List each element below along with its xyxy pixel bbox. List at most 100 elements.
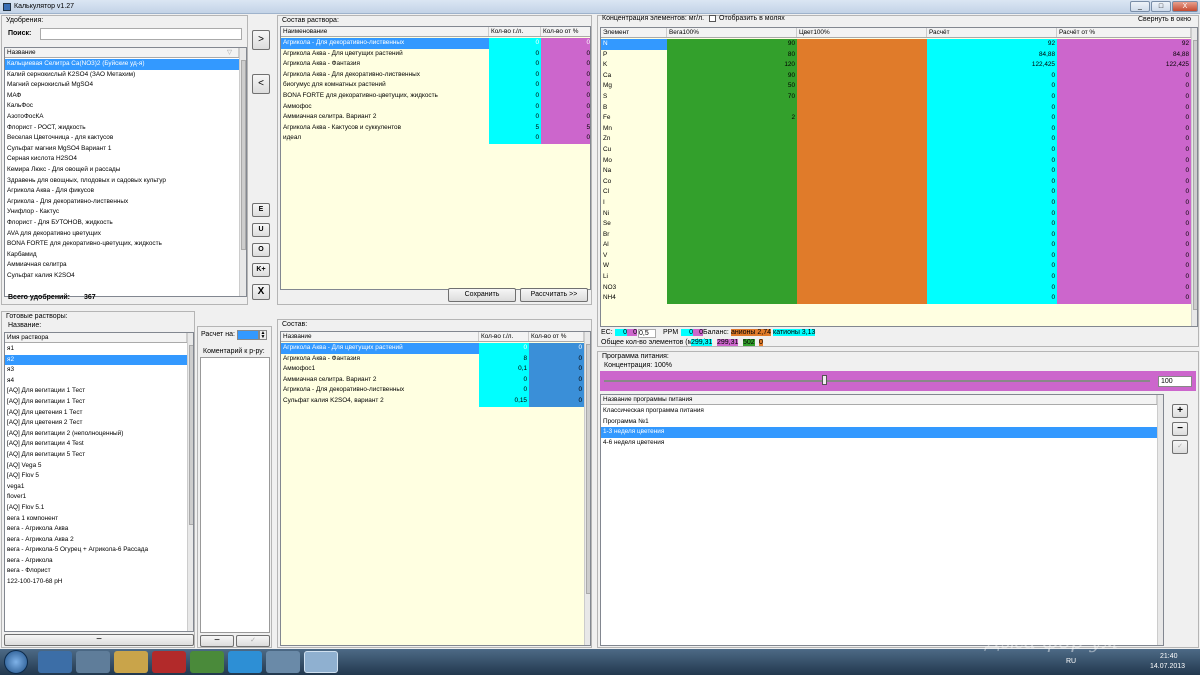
fertilizer-item[interactable]: Серная кислота H2SO4 [5,154,239,165]
calc-for-spinner[interactable]: ▲ ▼ [259,330,267,340]
filter-icon[interactable]: ▽ [225,48,235,57]
fertilizer-item[interactable]: Агрикола - Для декоративно-лиственных [5,197,239,208]
fertilizer-item[interactable]: КальФос [5,101,239,112]
collapse-link[interactable]: Свернуть в окно [1138,16,1191,23]
comp-col-grams[interactable]: Кол-во г./л. [489,27,541,36]
fertilizer-item[interactable]: BONA FORTE для декоративно-цветущих, жид… [5,239,239,250]
composition-row[interactable]: Аммиачная селитра. Вариант 2 00 [281,112,590,123]
concentration-table[interactable]: Элемент Вега100% Цвет100% Расчёт Расчёт … [600,27,1198,327]
program-item[interactable]: Классическая программа питания [601,406,1157,417]
ready-solution-item[interactable]: [AQ] Для цветения 1 Тест [5,408,187,419]
composition-row[interactable]: Агрикола Аква - Фантазия 0 0 [281,59,590,70]
ec-spinner[interactable]: 0,5 [638,329,656,338]
ready-solutions-list[interactable]: Имя раствора я1 я2 я3 я4 [AQ] Для вегитации … [4,332,194,632]
composition-row[interactable]: Агрикола - Для декоративно-лиственных 0 0 [281,38,590,49]
composition-row-grams[interactable]: 0 [489,133,541,144]
clear-button[interactable]: X [252,284,270,300]
fertilizer-item[interactable]: МАФ [5,91,239,102]
minimize-button[interactable]: _ [1130,1,1150,12]
ready-solution-item[interactable]: [AQ] Для вегитации 4 Test [5,439,187,450]
ready-solution-item[interactable]: вега - Флорист [5,566,187,577]
ready-solution-item[interactable]: [AQ] Для вегитации 1 Тест [5,386,187,397]
composition-row-grams[interactable]: 0 [489,59,541,70]
network-icon[interactable] [266,651,300,673]
moles-checkbox[interactable] [709,15,716,22]
program-list[interactable]: Название программы питания Классическая … [600,394,1164,646]
composition-table[interactable]: Наименование Кол-во г./л. Кол-во от % Аг… [280,26,591,290]
sostav-col-name[interactable]: Название [281,332,479,341]
save-button[interactable]: Сохранить [448,288,516,302]
composition-row-grams[interactable]: 5 [489,122,541,134]
calc-for-input[interactable] [237,330,259,340]
composition-row-grams[interactable]: 0 [489,112,541,123]
composition-row-grams[interactable]: 0 [489,48,541,60]
fertilizer-item[interactable]: Здравень для овощных, плодовых и садовых… [5,176,239,187]
ready-solution-item[interactable]: 122-100-170-68 pH [5,577,187,588]
fertilizer-item[interactable]: Флорист - Для БУТОНОВ, жидкость [5,218,239,229]
solution-row-grams[interactable]: 8 [479,353,529,365]
solution-row-grams[interactable]: 0 [479,374,529,386]
ready-solution-item[interactable]: [AQ] Для вегитации 5 Тест [5,450,187,461]
comment-delete-button[interactable]: − [200,635,234,647]
composition-row-grams[interactable]: 0 [489,69,541,81]
opera-icon[interactable] [152,651,186,673]
solution-row-grams[interactable]: 0,1 [479,364,529,375]
comment-apply-button[interactable]: ✓ [236,635,270,647]
ready-solutions-column-header[interactable]: Имя раствора [5,333,187,342]
solution-composition-row[interactable]: Агрикола - Для декоративно-лиственных 0 0 [281,385,584,396]
solution-composition-row[interactable]: Агрикола Аква - Фантазия 8 0 [281,353,584,365]
ready-solution-item[interactable]: flover1 [5,492,187,503]
ready-solution-item[interactable]: я1 [5,344,187,355]
concentration-slider-track[interactable]: 100 [600,371,1196,391]
remove-from-composition-button[interactable]: < [252,74,270,94]
media-player-icon[interactable] [76,651,110,673]
composition-row[interactable]: идеал 0 0 [281,133,590,144]
language-indicator[interactable]: RU [1066,658,1076,665]
ready-solution-item[interactable]: я3 [5,365,187,376]
ready-solution-item[interactable]: я2 [5,354,187,366]
ready-solution-item[interactable]: [AQ] Для вегитации 1 Тест [5,397,187,408]
fertilizer-item[interactable]: Кальциевая Селитра Ca(NO3)2 (Буйские уд-… [5,59,239,70]
solution-row-grams[interactable]: 0 [479,385,529,396]
ready-solution-item[interactable]: [AQ] Vega 5 [5,461,187,472]
solution-row-grams[interactable]: 0 [479,343,529,354]
fertilizer-item[interactable]: Сульфат магния MgSO4 Вариант 1 [5,144,239,155]
fertilizer-item[interactable]: Унифлор - Кактус [5,207,239,218]
delete-solution-button[interactable]: − [4,634,194,646]
calculator-task-icon[interactable] [304,651,338,673]
concentration-slider-thumb[interactable] [822,375,827,385]
ready-solution-item[interactable]: вега - Агрикола Аква [5,524,187,535]
comp-col-percent[interactable]: Кол-во от % [541,27,590,36]
fertilizer-item[interactable]: АзотоФосКА [5,112,239,123]
fertilizer-item[interactable]: Аммиачная селитра [5,260,239,271]
fertilizer-item[interactable]: Кемира Люкс - Для овощей и рассады [5,165,239,176]
ie-icon[interactable] [38,651,72,673]
fertilizers-column-header[interactable]: Название [5,48,239,57]
conc-col-calc-percent[interactable]: Расчёт от % [1057,28,1191,37]
concentration-value-input[interactable]: 100 [1158,376,1192,387]
fertilizer-item[interactable]: Сульфат калия K2SO4 [5,271,239,282]
ready-solution-item[interactable]: vega1 [5,482,187,493]
maximize-button[interactable]: □ [1151,1,1171,12]
ready-solution-item[interactable]: [AQ] Flov 5.1 [5,503,187,514]
comp-col-name[interactable]: Наименование [281,27,489,36]
explorer-icon[interactable] [114,651,148,673]
start-button[interactable] [4,650,28,674]
sostav-col-grams[interactable]: Кол-во г./л. [479,332,529,341]
conc-col-tsvet[interactable]: Цвет100% [797,28,927,37]
fertilizer-item[interactable]: Флорист - РОСТ, жидкость [5,123,239,134]
e-button[interactable]: E [252,203,270,217]
ready-solution-item[interactable]: вега - Агрикола-5 Огурец + Агрикола-6 Ра… [5,545,187,556]
remove-program-button[interactable]: − [1172,422,1188,436]
solution-composition-row[interactable]: Аммиачная селитра. Вариант 2 00 [281,374,584,386]
sostav-col-percent[interactable]: Кол-во от % [529,332,584,341]
chrome-icon[interactable] [190,651,224,673]
conc-col-element[interactable]: Элемент [601,28,667,37]
program-scrollbar[interactable] [1157,395,1163,645]
composition-row-grams[interactable]: 0 [489,101,541,113]
composition-row[interactable]: Аммофос 0 0 [281,101,590,113]
fertilizer-item[interactable]: Агрикола Аква - Для фикусов [5,186,239,197]
search-input[interactable] [40,28,242,40]
conc-col-calc[interactable]: Расчёт [927,28,1057,37]
composition-row-grams[interactable]: 0 [489,38,541,49]
